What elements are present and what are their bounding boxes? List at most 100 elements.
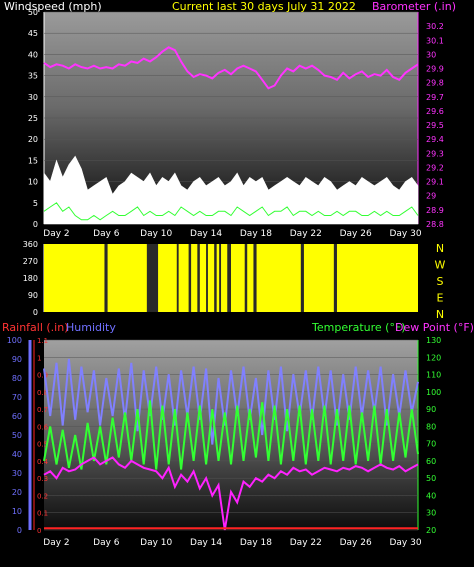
humidity-tick-label: 30 xyxy=(12,469,22,478)
temp-tick-label: 110 xyxy=(426,371,441,380)
wind-tick-label: 20 xyxy=(28,135,38,144)
direction-gap xyxy=(206,244,208,312)
rain-tick-label: 0.9 xyxy=(37,372,48,380)
temp-tick-label: 120 xyxy=(426,353,441,362)
temp-tick-label: 100 xyxy=(426,388,441,397)
humidity-tick-label: 80 xyxy=(12,374,22,383)
compass-label: W xyxy=(435,259,446,272)
wind-tick-label: 15 xyxy=(28,156,38,165)
x-tick-label: Day 26 xyxy=(340,229,372,239)
baro-tick-label: 29.4 xyxy=(426,135,444,144)
temp-tick-label: 80 xyxy=(426,422,436,431)
humidity-tick-label: 100 xyxy=(7,336,22,345)
temp-panel-background xyxy=(44,340,418,530)
rain-tick-label: 0.1 xyxy=(37,510,48,518)
x-tick-label: Day 30 xyxy=(389,229,421,239)
wind-tick-label: 45 xyxy=(28,29,38,38)
direction-gap xyxy=(253,244,257,312)
wind-tick-label: 40 xyxy=(28,50,38,59)
baro-tick-label: 29.7 xyxy=(426,93,444,102)
direction-gap xyxy=(176,244,179,312)
humidity-tick-label: 20 xyxy=(12,488,22,497)
x-tick-label: Day 18 xyxy=(240,229,272,239)
x-tick-label: Day 22 xyxy=(290,229,322,239)
x-tick-label: Day 26 xyxy=(340,538,372,548)
direction-tick-label: 270 xyxy=(23,257,38,266)
rainfall-axis-title: Rainfall (.in) xyxy=(2,321,69,334)
temp-tick-label: 40 xyxy=(426,491,436,500)
baro-tick-label: 29.9 xyxy=(426,65,444,74)
baro-tick-label: 28.9 xyxy=(426,206,444,215)
humidity-tick-label: 10 xyxy=(12,507,22,516)
rain-tick-label: 0.7 xyxy=(37,406,48,414)
wind-tick-label: 30 xyxy=(28,93,38,102)
rain-tick-label: 0.6 xyxy=(37,423,49,431)
baro-tick-label: 28.8 xyxy=(426,220,444,229)
weather-summary-image: 0 5 10 15 20 25 30 35 40 45 50 28.8 28.9 29 29.1 29.2 29… xyxy=(0,0,474,563)
temp-tick-label: 130 xyxy=(426,336,441,345)
x-tick-label: Day 10 xyxy=(140,229,172,239)
direction-gap xyxy=(333,244,337,312)
x-tick-label: Day 14 xyxy=(190,538,222,548)
temperature-axis-title: Temperature (°F) xyxy=(311,321,406,334)
dew-point-axis-title: Dew Point (°F) xyxy=(395,321,474,334)
humidity-axis-title: Humidity xyxy=(66,321,116,334)
temp-tick-label: 50 xyxy=(426,474,436,483)
x-tick-label: Day 6 xyxy=(93,538,120,548)
baro-tick-label: 29.3 xyxy=(426,149,444,158)
x-tick-label: Day 14 xyxy=(190,229,222,239)
humidity-tick-label: 0 xyxy=(17,526,22,535)
wind-tick-label: 10 xyxy=(28,178,38,187)
wind-tick-label: 0 xyxy=(33,220,38,229)
rain-tick-label: 0.2 xyxy=(37,492,48,500)
temp-tick-label: 30 xyxy=(426,509,436,518)
baro-tick-label: 29.1 xyxy=(426,178,444,187)
direction-gap xyxy=(219,244,222,312)
compass-label: N xyxy=(436,242,444,255)
baro-tick-label: 29.8 xyxy=(426,79,444,88)
x-tick-label: Day 6 xyxy=(93,229,120,239)
baro-tick-label: 29.5 xyxy=(426,121,444,130)
humidity-tick-label: 60 xyxy=(12,412,22,421)
rain-tick-label: 0.3 xyxy=(37,475,48,483)
direction-gap xyxy=(197,244,200,312)
direction-gap xyxy=(188,244,192,312)
humidity-tick-label: 50 xyxy=(12,431,22,440)
compass-label: N xyxy=(436,308,444,321)
humidity-tick-label: 70 xyxy=(12,393,22,402)
wind-tick-label: 25 xyxy=(28,114,38,123)
rain-tick-label: 1 xyxy=(37,354,41,362)
direction-gap xyxy=(300,244,304,312)
x-tick-label: Day 2 xyxy=(43,538,69,548)
wind-tick-label: 35 xyxy=(28,72,38,81)
baro-tick-label: 29.6 xyxy=(426,107,444,116)
temp-tick-label: 20 xyxy=(426,526,436,535)
wind-tick-label: 5 xyxy=(33,199,38,208)
weather-charts: 0510152025303540455028.828.92929.129.229… xyxy=(2,0,474,548)
baro-tick-label: 29.2 xyxy=(426,163,444,172)
x-tick-label: Day 2 xyxy=(43,229,69,239)
compass-label: S xyxy=(437,275,444,288)
direction-gap xyxy=(214,244,217,312)
windspeed-axis-title: Windspeed (mph) xyxy=(4,0,102,13)
baro-tick-label: 30.2 xyxy=(426,22,444,31)
baro-tick-label: 30 xyxy=(426,50,436,59)
chart-title: Current last 30 days July 31 2022 xyxy=(172,0,356,13)
rain-tick-label: 0 xyxy=(37,527,41,535)
x-tick-label: Day 22 xyxy=(290,538,322,548)
temp-tick-label: 90 xyxy=(426,405,436,414)
direction-tick-label: 90 xyxy=(28,291,38,300)
temp-tick-label: 60 xyxy=(426,457,436,466)
x-tick-label: Day 10 xyxy=(140,538,172,548)
humidity-tick-label: 40 xyxy=(12,450,22,459)
direction-gap xyxy=(227,244,231,312)
humidity-tick-label: 90 xyxy=(12,355,22,364)
direction-tick-label: 180 xyxy=(23,274,38,283)
compass-label: E xyxy=(437,292,444,305)
rain-tick-label: 1.1 xyxy=(37,337,48,345)
direction-tick-label: 0 xyxy=(33,308,38,317)
temp-tick-label: 70 xyxy=(426,440,436,449)
x-tick-label: Day 30 xyxy=(389,538,421,548)
direction-gap xyxy=(104,244,108,312)
rain-tick-label: 0.4 xyxy=(37,458,49,466)
